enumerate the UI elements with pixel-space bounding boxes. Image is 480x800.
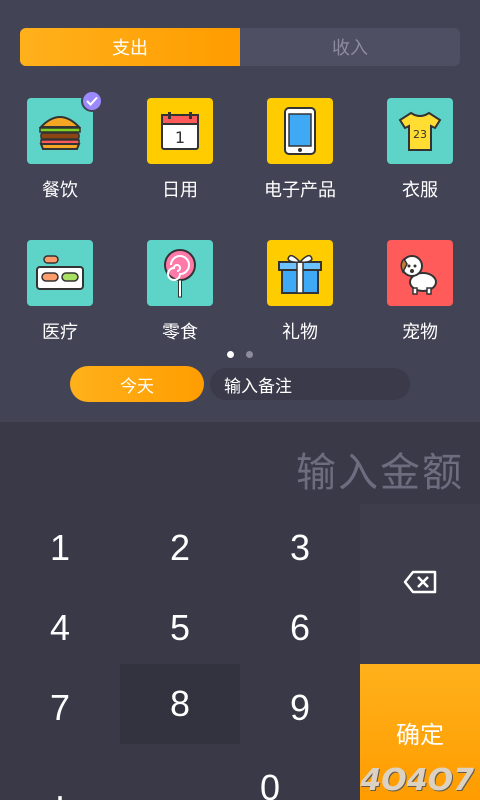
backspace-icon (403, 570, 437, 598)
key-2[interactable]: 2 (120, 508, 240, 588)
key-3[interactable]: 3 (240, 508, 360, 588)
category-daily-use[interactable]: 1 日用 (120, 98, 240, 202)
key-decimal[interactable]: . (0, 748, 120, 800)
key-9[interactable]: 9 (240, 668, 360, 748)
tab-expense[interactable]: 支出 (20, 28, 240, 66)
category-label: 衣服 (402, 180, 438, 201)
category-label: 医疗 (42, 322, 78, 343)
category-label: 日用 (162, 180, 198, 201)
category-snacks[interactable]: 零食 (120, 240, 240, 344)
key-5[interactable]: 5 (120, 588, 240, 668)
tshirt-icon: 23 (387, 98, 453, 164)
key-0[interactable]: 0 (210, 748, 330, 800)
gift-icon (267, 240, 333, 306)
watermark-logo: 4O4O7 (360, 763, 474, 798)
category-label: 电子产品 (264, 180, 336, 201)
category-label: 零食 (162, 322, 198, 343)
dog-icon (387, 240, 453, 306)
delete-key[interactable] (360, 504, 480, 664)
category-label: 宠物 (402, 322, 438, 343)
category-dining[interactable]: 餐饮 (0, 90, 120, 202)
key-6[interactable]: 6 (240, 588, 360, 668)
key-1[interactable]: 1 (0, 508, 120, 588)
category-clothes[interactable]: 23 衣服 (360, 98, 480, 202)
category-pets[interactable]: 宠物 (360, 240, 480, 344)
tab-income[interactable]: 收入 (240, 28, 460, 66)
key-8[interactable]: 8 (120, 664, 240, 744)
pills-icon (27, 240, 93, 306)
calendar-icon: 1 (147, 98, 213, 164)
category-medical[interactable]: 医疗 (0, 240, 120, 344)
lollipop-icon (147, 240, 213, 306)
category-electronics[interactable]: 电子产品 (240, 98, 360, 202)
pager-dot-active[interactable] (227, 351, 234, 358)
svg-text:1: 1 (175, 128, 185, 147)
phone-icon (267, 98, 333, 164)
category-gifts[interactable]: 礼物 (240, 240, 360, 344)
selected-check-icon (81, 90, 103, 112)
amount-display: 输入金额 (296, 450, 464, 496)
key-7[interactable]: 7 (0, 668, 120, 748)
category-label: 餐饮 (42, 180, 78, 201)
expense-income-tabs: 支出 收入 (20, 28, 460, 66)
burger-icon (27, 90, 103, 164)
date-button[interactable]: 今天 (70, 366, 204, 402)
svg-text:23: 23 (413, 128, 427, 141)
category-label: 礼物 (282, 322, 318, 343)
note-input[interactable]: 输入备注 (210, 368, 410, 400)
pager-dot[interactable] (246, 351, 253, 358)
key-4[interactable]: 4 (0, 588, 120, 668)
